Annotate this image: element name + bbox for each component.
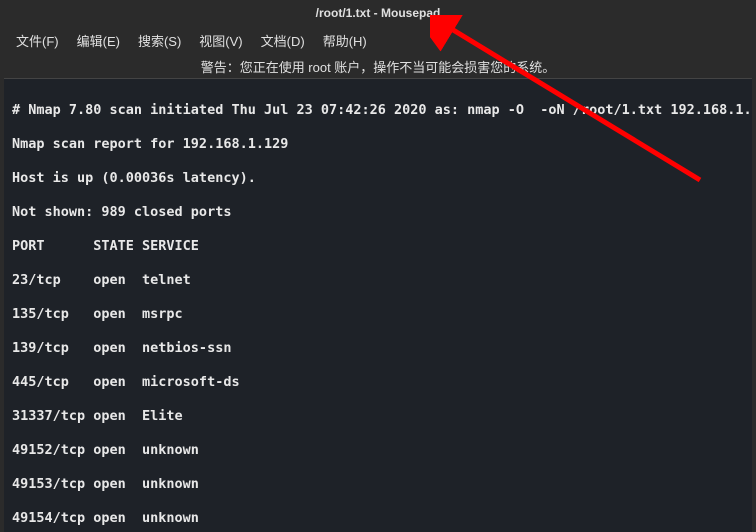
menu-document[interactable]: 文档(D) xyxy=(255,27,311,54)
menu-edit[interactable]: 编辑(E) xyxy=(71,27,126,54)
editor-line: 31337/tcp open Elite xyxy=(12,408,744,425)
editor-line: Host is up (0.00036s latency). xyxy=(12,170,744,187)
editor-line: Not shown: 989 closed ports xyxy=(12,204,744,221)
editor-line: 49154/tcp open unknown xyxy=(12,510,744,527)
root-warning: 警告：您正在使用 root 账户，操作不当可能会损害您的系统。 xyxy=(0,54,756,78)
editor-line: 49152/tcp open unknown xyxy=(12,442,744,459)
editor-line: 49153/tcp open unknown xyxy=(12,476,744,493)
editor-line: 139/tcp open netbios-ssn xyxy=(12,340,744,357)
menubar: 文件(F) 编辑(E) 搜索(S) 视图(V) 文档(D) 帮助(H) xyxy=(0,26,756,54)
editor-line: # Nmap 7.80 scan initiated Thu Jul 23 07… xyxy=(12,102,744,119)
titlebar: /root/1.txt - Mousepad xyxy=(0,0,756,26)
menu-help[interactable]: 帮助(H) xyxy=(317,27,373,54)
editor-line: 135/tcp open msrpc xyxy=(12,306,744,323)
window-title: /root/1.txt - Mousepad xyxy=(316,6,441,20)
text-editor-content[interactable]: # Nmap 7.80 scan initiated Thu Jul 23 07… xyxy=(4,78,752,532)
editor-line: 445/tcp open microsoft-ds xyxy=(12,374,744,391)
menu-view[interactable]: 视图(V) xyxy=(193,27,248,54)
menu-file[interactable]: 文件(F) xyxy=(10,27,65,54)
editor-line: PORT STATE SERVICE xyxy=(12,238,744,255)
editor-line: 23/tcp open telnet xyxy=(12,272,744,289)
editor-line: Nmap scan report for 192.168.1.129 xyxy=(12,136,744,153)
menu-search[interactable]: 搜索(S) xyxy=(132,27,187,54)
